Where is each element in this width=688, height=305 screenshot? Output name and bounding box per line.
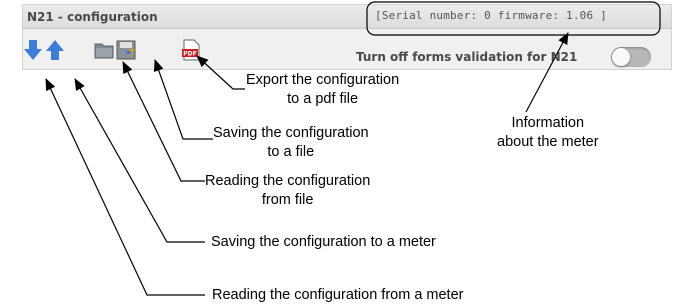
info-highlight-frame [366,1,661,36]
callout-save-file: Saving the configuration to a file [213,124,369,162]
callout-info-line2: about the meter [497,134,599,150]
callout-read-file-line2: from file [261,192,314,208]
callout-export-pdf: Export the configuration to a pdf file [246,71,399,109]
read-file-leader [122,61,205,182]
callout-save-file-line1: Saving the configuration [213,125,369,141]
callout-info-line1: Information [511,115,585,131]
callout-read-meter: Reading the configuration from a meter [212,286,463,305]
callout-save-file-line2: to a file [267,144,315,160]
export-pdf-leader [196,55,245,90]
save-meter-leader [74,78,205,243]
callout-read-file-line1: Reading the configuration [205,173,371,189]
callout-export-pdf-line1: Export the configuration [246,72,400,88]
callout-read-meter-text: Reading the configuration from a meter [212,287,464,303]
callout-save-meter-text: Saving the configuration to a meter [211,234,436,250]
callout-export-pdf-line2: to a pdf file [287,91,359,107]
save-file-leader [153,59,213,140]
callout-info: Information about the meter [497,114,599,152]
read-meter-leader [45,78,205,296]
callout-save-meter: Saving the configuration to a meter [211,233,436,252]
info-leader [525,32,569,113]
callout-read-file: Reading the configuration from file [205,172,370,210]
